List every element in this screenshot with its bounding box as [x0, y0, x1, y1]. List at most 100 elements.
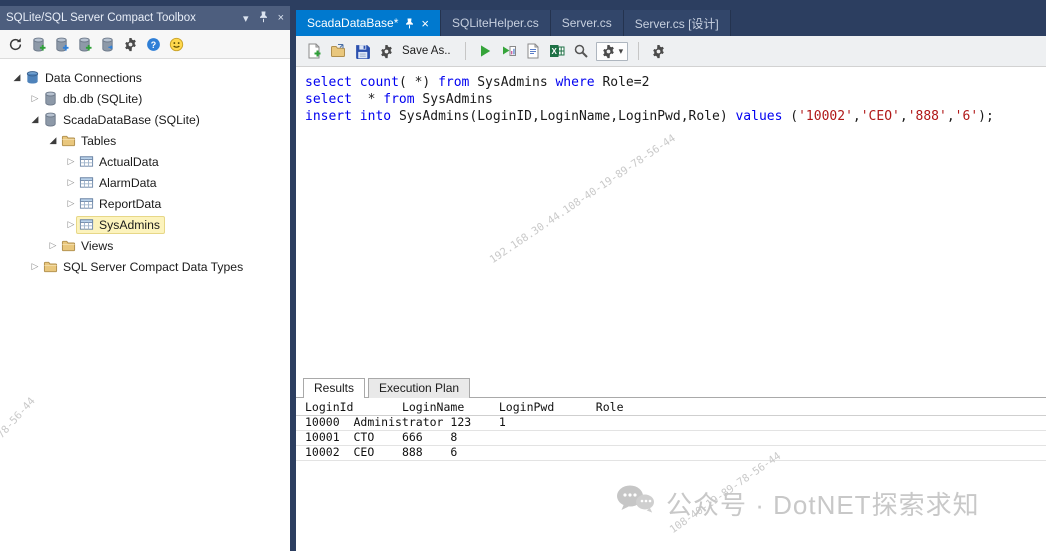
- settings-gear-icon[interactable]: [122, 36, 138, 52]
- sql-editor[interactable]: select count( *) from SysAdmins where Ro…: [296, 67, 1046, 374]
- code-token: into: [359, 109, 392, 124]
- code-token: select: [305, 92, 352, 107]
- brand-watermark: 公众号 · DotNET探索求知: [616, 484, 980, 523]
- add-database-icon[interactable]: [76, 36, 92, 52]
- help-icon[interactable]: ?: [145, 36, 161, 52]
- chat-bubbles-icon: [616, 484, 656, 523]
- collapse-icon[interactable]: ◢: [10, 72, 24, 83]
- expand-icon[interactable]: ▷: [64, 156, 78, 167]
- code-line-3: insert into SysAdmins(LoginID,LoginName,…: [305, 108, 1046, 125]
- code-token: );: [978, 109, 994, 124]
- results-row-text: 10002 CEO 888 6: [305, 445, 458, 459]
- add-connection-icon[interactable]: [30, 36, 46, 52]
- tree-item-sysadmins[interactable]: ▷ SysAdmins: [0, 214, 290, 235]
- toolbox-titlebar-icons: ▾ ×: [243, 11, 284, 26]
- results-header-text: LoginId LoginName LoginPwd Role: [305, 400, 624, 414]
- code-token: SysAdmins(LoginID,LoginName,LoginPwd,Rol…: [398, 109, 736, 124]
- code-token: '6': [954, 109, 979, 124]
- svg-text:?: ?: [150, 39, 155, 49]
- results-row-text: 10000 Administrator 123 1: [305, 415, 506, 429]
- code-token: 'CEO': [860, 109, 900, 124]
- tree-item-label: Tables: [81, 133, 117, 148]
- database-icon: [42, 112, 58, 128]
- execute-button[interactable]: [476, 42, 494, 60]
- export-database-icon[interactable]: [99, 36, 115, 52]
- code-token: SysAdmins: [469, 75, 556, 90]
- save-as-button[interactable]: [377, 42, 395, 60]
- code-lines: select count( *) from SysAdmins where Ro…: [305, 74, 1046, 125]
- code-token: *: [351, 92, 384, 107]
- connections-icon: [24, 70, 40, 86]
- tree-item-tables[interactable]: ◢ Tables: [0, 130, 290, 151]
- expand-icon[interactable]: ▷: [64, 177, 78, 188]
- svg-text:X: X: [551, 47, 557, 56]
- execute-plan-button[interactable]: [500, 42, 518, 60]
- watermark-tree: 49-63-78-56-44: [0, 395, 38, 470]
- close-icon[interactable]: ×: [421, 17, 429, 30]
- export-excel-button[interactable]: X: [548, 42, 566, 60]
- toolbox-titlebar[interactable]: SQLite/SQL Server Compact Toolbox ▾ ×: [0, 6, 290, 30]
- tree-item-scadadatabase-sqlite[interactable]: ◢ ScadaDataBase (SQLite): [0, 109, 290, 130]
- toolbar-separator: [464, 42, 466, 60]
- save-as-button-label[interactable]: Save As..: [402, 45, 451, 57]
- window-menu-icon[interactable]: ▾: [243, 12, 249, 25]
- expand-icon[interactable]: ▷: [28, 261, 42, 272]
- settings-gear-button[interactable]: [649, 42, 667, 60]
- editor-toolbar: Save As.. X ▾: [296, 36, 1046, 67]
- brand-text: 公众号 · DotNET探索求知: [666, 490, 980, 520]
- expand-icon[interactable]: ▷: [64, 198, 78, 209]
- pin-icon[interactable]: [259, 11, 268, 26]
- pin-icon[interactable]: [405, 18, 414, 29]
- script-icon[interactable]: [524, 42, 542, 60]
- tree-item-sql-server-compact-data-types[interactable]: ▷ SQL Server Compact Data Types: [0, 256, 290, 277]
- code-token: values: [735, 109, 783, 124]
- options-dropdown[interactable]: ▾: [595, 41, 629, 61]
- doc-tab-server-cs[interactable]: Server.cs [设计]: [623, 10, 731, 36]
- new-query-icon[interactable]: [305, 42, 323, 60]
- code-token: ,: [852, 109, 861, 124]
- results-row: 10000 Administrator 123 1: [296, 416, 1046, 431]
- tree-item-alarmdata[interactable]: ▷ AlarmData: [0, 172, 290, 193]
- feedback-smiley-icon[interactable]: [168, 36, 184, 52]
- collapse-icon[interactable]: ◢: [28, 114, 42, 125]
- code-token: '10002': [798, 109, 853, 124]
- close-icon[interactable]: ×: [278, 12, 284, 24]
- selected-tree-item[interactable]: SysAdmins: [76, 215, 165, 234]
- results-header-row: LoginId LoginName LoginPwd Role: [296, 401, 1046, 416]
- tree-item-label: Data Connections: [45, 70, 142, 85]
- refresh-icon[interactable]: [7, 36, 23, 52]
- tree-item-label: ActualData: [99, 154, 159, 169]
- tree-item-label: db.db (SQLite): [63, 91, 143, 106]
- doc-tab-server-cs[interactable]: Server.cs: [550, 10, 624, 36]
- code-token: from: [383, 92, 415, 107]
- code-token: count: [359, 75, 399, 90]
- collapse-icon[interactable]: ◢: [46, 135, 60, 146]
- connections-tree[interactable]: 49-63-78-56-44 ◢ Data Connections ▷ db.db (…: [0, 59, 290, 551]
- doc-tab-sqlitehelper-cs[interactable]: SQLiteHelper.cs: [441, 10, 551, 36]
- tree-item-reportdata[interactable]: ▷ ReportData: [0, 193, 290, 214]
- tab-execution-plan[interactable]: Execution Plan: [368, 378, 471, 398]
- tree-item-db-db-sqlite[interactable]: ▷ db.db (SQLite): [0, 88, 290, 109]
- expand-icon[interactable]: ▷: [46, 240, 60, 251]
- code-token: where: [555, 75, 595, 90]
- expand-icon[interactable]: ▷: [28, 93, 42, 104]
- results-row: 10002 CEO 888 6: [296, 446, 1046, 461]
- tree-item-data-connections[interactable]: ◢ Data Connections: [0, 67, 290, 88]
- toolbox-title: SQLite/SQL Server Compact Toolbox: [6, 12, 196, 24]
- tree-item-views[interactable]: ▷ Views: [0, 235, 290, 256]
- table-icon: [78, 217, 94, 233]
- doc-tab-label: ScadaDataBase*: [307, 16, 399, 30]
- open-file-icon[interactable]: [329, 42, 347, 60]
- doc-tab-scadadatabase[interactable]: ScadaDataBase* ×: [296, 10, 441, 36]
- tab-results[interactable]: Results: [303, 378, 366, 398]
- tree-item-actualdata[interactable]: ▷ ActualData: [0, 151, 290, 172]
- add-connection-from-scratch-icon[interactable]: [53, 36, 69, 52]
- save-button[interactable]: [353, 42, 371, 60]
- search-icon[interactable]: [572, 42, 590, 60]
- database-icon: [42, 91, 58, 107]
- folder-icon: [60, 238, 76, 254]
- code-token: ,: [946, 109, 955, 124]
- code-token: SysAdmins: [414, 92, 493, 107]
- folder-icon: [60, 133, 76, 149]
